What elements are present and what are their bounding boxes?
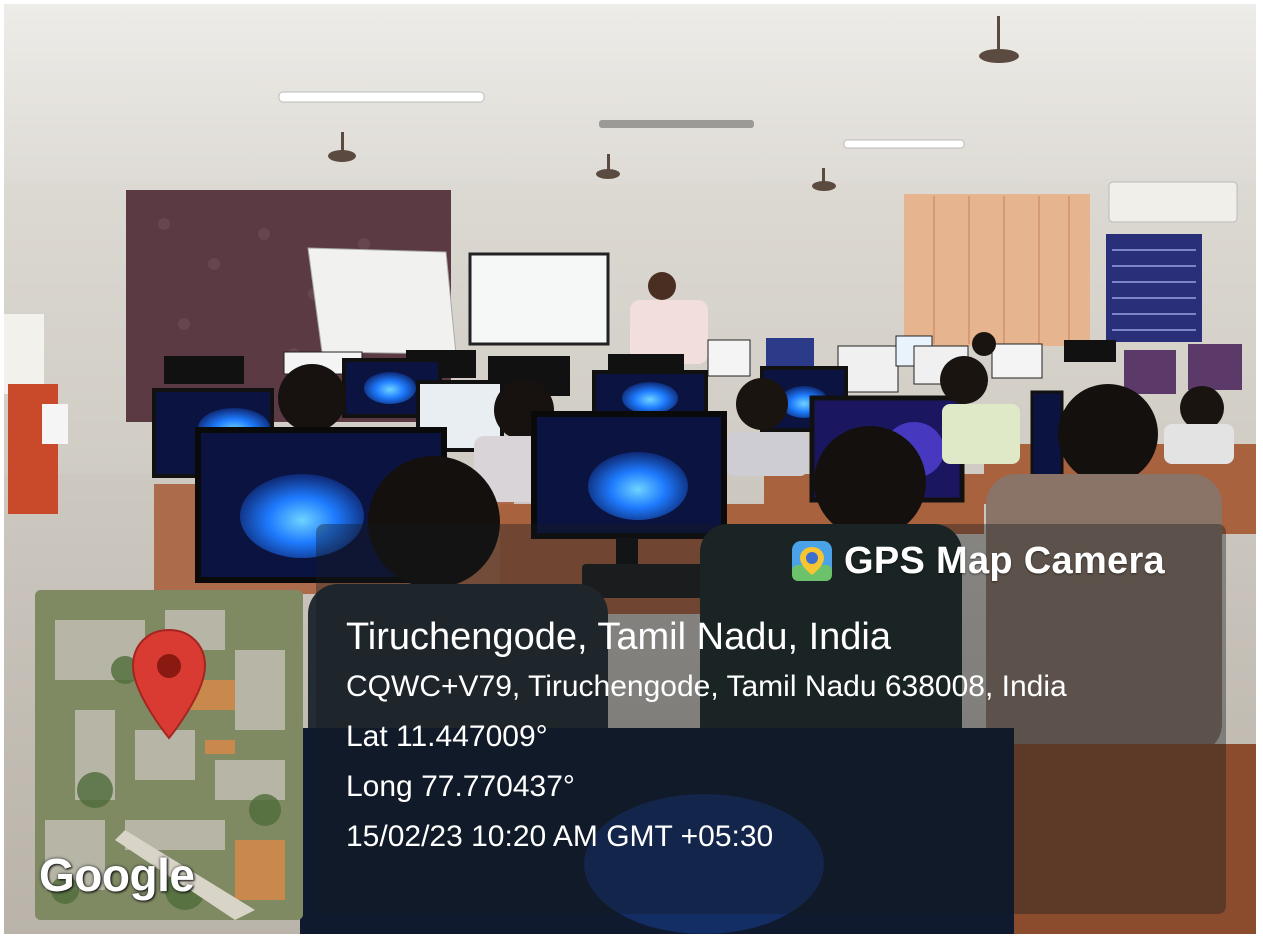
address-line: CQWC+V79, Tiruchengode, Tamil Nadu 63800… <box>346 670 1067 703</box>
app-name: GPS Map Camera <box>844 539 1165 582</box>
latitude: Lat 11.447009° <box>346 720 548 753</box>
whiteboard <box>307 247 457 355</box>
ceiling-vent <box>599 120 754 128</box>
photo-frame: GPS Map Camera Google Tiruchengode, Tami… <box>4 4 1256 934</box>
ceiling <box>4 4 1256 204</box>
right-curtain <box>904 194 1090 346</box>
google-logo: Google <box>39 849 195 901</box>
air-conditioner <box>1108 181 1238 223</box>
display-screen <box>468 252 610 346</box>
map-thumbnail: Google <box>35 590 303 920</box>
map-camera-icon <box>792 541 832 581</box>
longitude: Long 77.770437° <box>346 770 575 803</box>
gps-map-camera-badge: GPS Map Camera <box>790 532 1165 590</box>
ceiling-light <box>278 91 485 103</box>
ceiling-light <box>843 139 965 149</box>
datetime: 15/02/23 10:20 AM GMT +05:30 <box>346 820 774 853</box>
location-title: Tiruchengode, Tamil Nadu, India <box>346 616 891 658</box>
location-details: Tiruchengode, Tamil Nadu, India CQWC+V79… <box>346 612 1067 862</box>
